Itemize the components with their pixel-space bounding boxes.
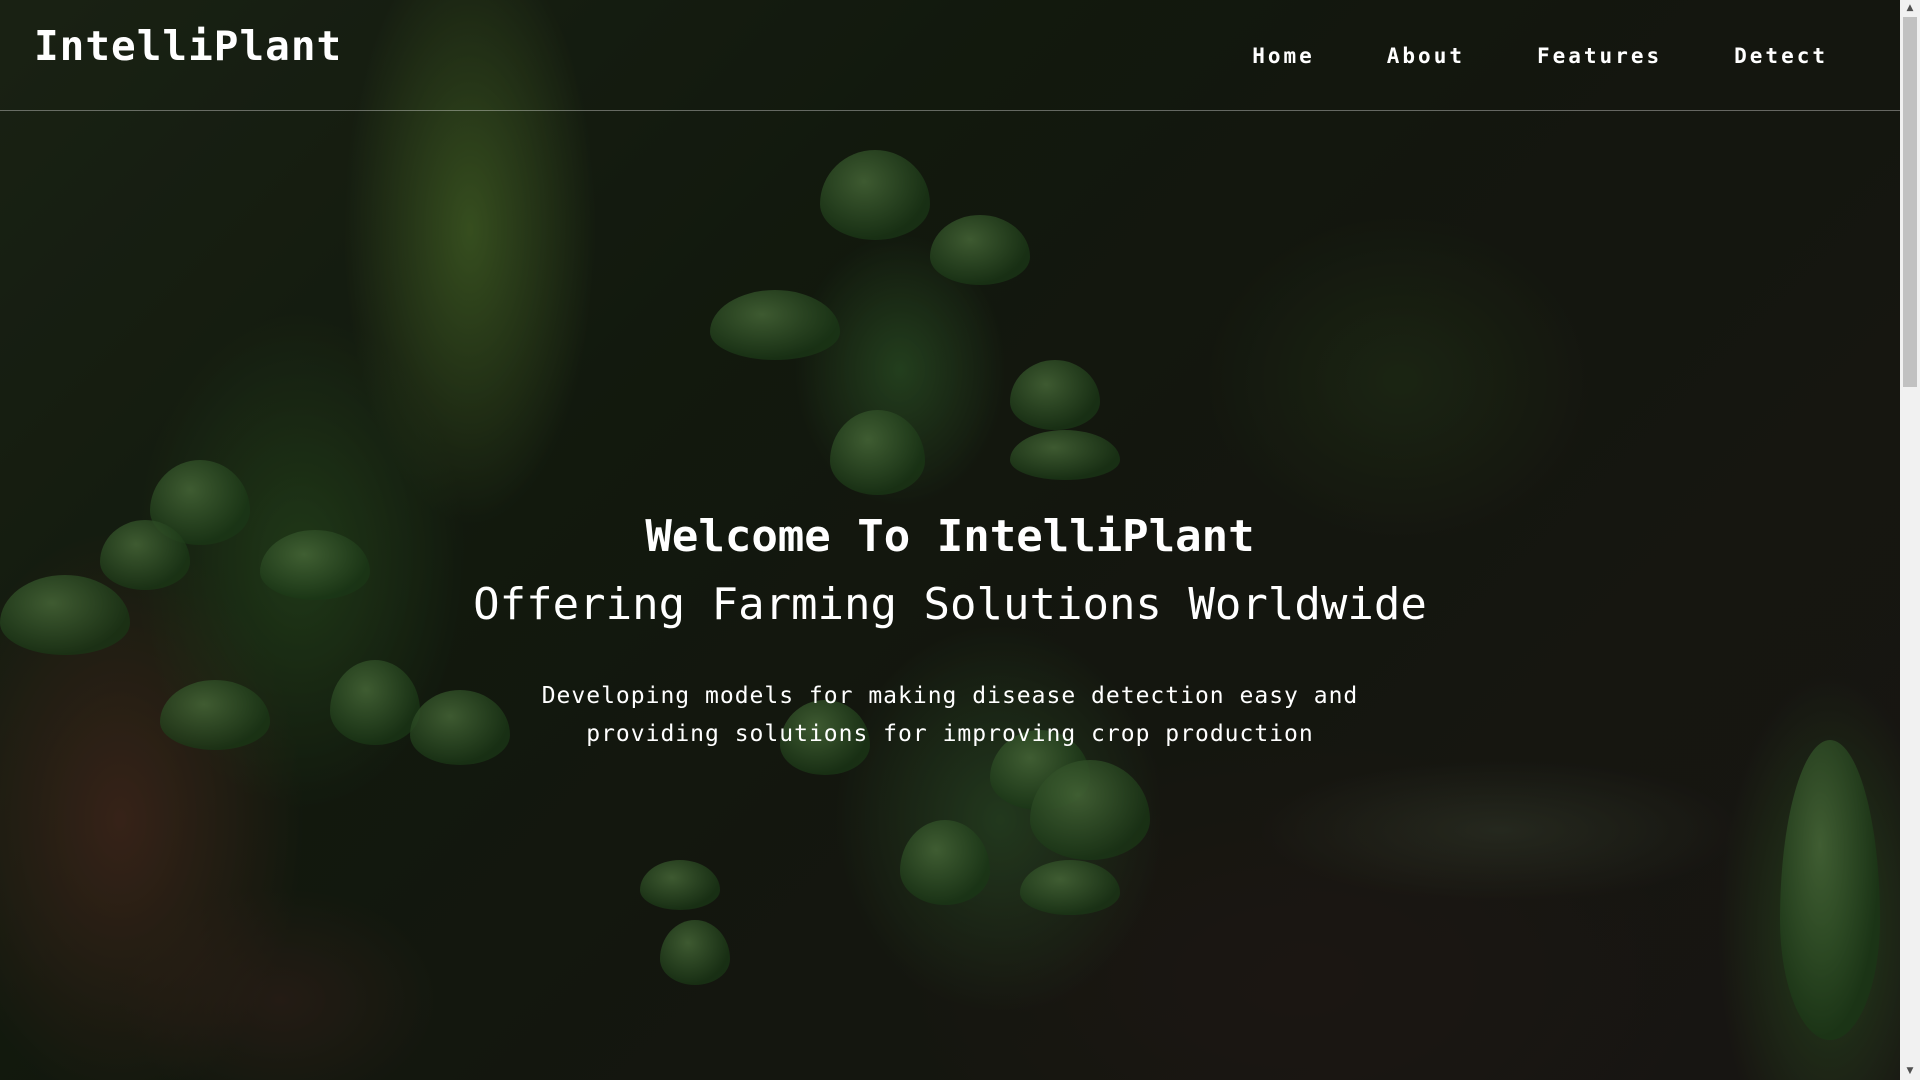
site-header: IntelliPlant Home About Features Detect	[0, 0, 1900, 111]
hero-title: Welcome To IntelliPlant	[645, 511, 1255, 562]
scroll-up-arrow-icon[interactable]: ▲	[1900, 0, 1920, 17]
scroll-down-arrow-icon[interactable]: ▼	[1900, 1063, 1920, 1080]
hero-subtitle: Offering Farming Solutions Worldwide	[473, 579, 1427, 630]
main-nav: Home About Features Detect	[1180, 44, 1828, 68]
site-logo[interactable]: IntelliPlant	[34, 22, 342, 70]
hero-section: Welcome To IntelliPlant Offering Farming…	[0, 505, 1900, 753]
nav-link-detect[interactable]: Detect	[1734, 44, 1828, 68]
scrollbar-thumb[interactable]	[1903, 17, 1917, 387]
hero-description: Developing models for making disease det…	[541, 683, 1359, 747]
vertical-scrollbar[interactable]: ▲ ▼	[1900, 0, 1920, 1080]
nav-link-features[interactable]: Features	[1537, 44, 1662, 68]
nav-link-home[interactable]: Home	[1252, 44, 1315, 68]
page: IntelliPlant Home About Features Detect …	[0, 0, 1920, 1080]
nav-link-about[interactable]: About	[1387, 44, 1465, 68]
